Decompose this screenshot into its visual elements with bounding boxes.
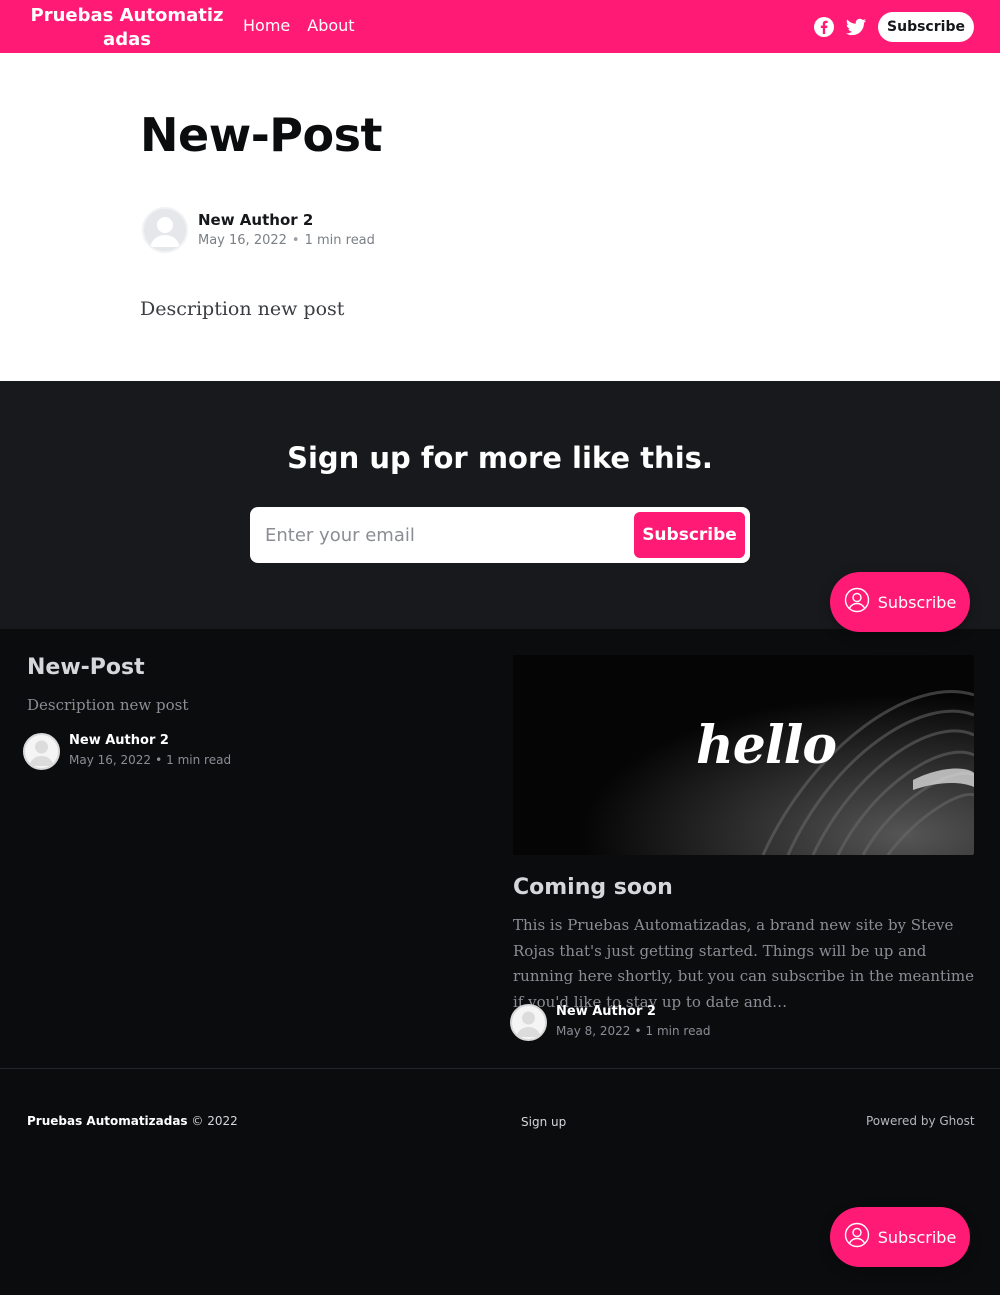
site-title[interactable]: Pruebas Automatizadas	[26, 4, 228, 52]
card-title[interactable]: Coming soon	[513, 875, 673, 900]
header-subscribe-button[interactable]: Subscribe	[878, 12, 974, 42]
post-date: May 16, 2022	[69, 753, 152, 767]
user-circle-icon	[844, 1222, 870, 1252]
author-avatar[interactable]	[510, 1004, 547, 1041]
nav-home[interactable]: Home	[243, 16, 290, 35]
card-title[interactable]: New-Post	[27, 655, 145, 680]
floating-subscribe-button[interactable]: Subscribe	[830, 1207, 970, 1267]
post-body: Description new post	[140, 298, 345, 320]
hello-text: hello	[696, 715, 837, 776]
author-name[interactable]: New Author 2	[69, 733, 169, 748]
facebook-icon[interactable]	[813, 16, 835, 38]
post-date: May 8, 2022	[556, 1024, 631, 1038]
author-avatar[interactable]	[23, 733, 60, 770]
site-header: Pruebas Automatizadas Home About Subscri…	[0, 0, 1000, 53]
author-name[interactable]: New Author 2	[198, 211, 313, 229]
read-time: 1 min read	[304, 233, 375, 248]
author-name[interactable]: New Author 2	[556, 1004, 656, 1019]
nav-about[interactable]: About	[307, 16, 354, 35]
powered-by-ghost[interactable]: Powered by Ghost	[866, 1114, 975, 1128]
card-excerpt: Description new post	[27, 696, 189, 714]
user-circle-icon	[844, 587, 870, 617]
post-title: New-Post	[140, 108, 382, 162]
cta-subscribe-button[interactable]: Subscribe	[634, 512, 745, 558]
email-input[interactable]	[250, 507, 630, 563]
post-meta: May 16, 2022 • 1 min read	[69, 753, 232, 767]
author-avatar[interactable]	[142, 207, 188, 253]
card-image[interactable]: hello	[513, 655, 974, 855]
footer-signup-link[interactable]: Sign up	[521, 1115, 566, 1129]
read-time: 1 min read	[166, 753, 232, 767]
copyright-year: © 2022	[191, 1114, 238, 1128]
read-time: 1 min read	[645, 1024, 711, 1038]
card-excerpt: This is Pruebas Automatizadas, a brand n…	[513, 916, 974, 1011]
floating-subscribe-label: Subscribe	[877, 1227, 957, 1247]
footer-site-name[interactable]: Pruebas Automatizadas	[27, 1114, 188, 1128]
post-meta: May 16, 2022 • 1 min read	[198, 233, 375, 248]
floating-subscribe-label: Subscribe	[877, 592, 957, 612]
post-meta: May 8, 2022 • 1 min read	[556, 1024, 711, 1038]
article: New-Post New Author 2 May 16, 2022 • 1 min…	[0, 53, 1000, 381]
floating-subscribe-button[interactable]: Subscribe	[830, 572, 970, 632]
post-date: May 16, 2022	[198, 233, 287, 248]
twitter-icon[interactable]	[845, 16, 867, 38]
main-nav: Home About	[243, 16, 355, 35]
footer-copyright: Pruebas Automatizadas © 2022	[27, 1114, 238, 1128]
cta-title: Sign up for more like this.	[287, 441, 713, 475]
related-posts: New-Post Description new post New Author…	[0, 629, 1000, 1069]
signup-form: Subscribe	[250, 507, 750, 563]
